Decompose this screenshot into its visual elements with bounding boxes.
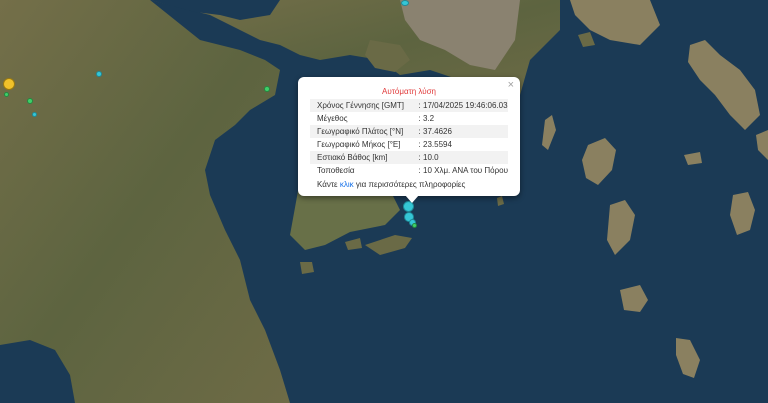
- more-info-prefix: Κάντε: [317, 180, 340, 189]
- earthquake-marker[interactable]: [4, 92, 9, 97]
- table-row: Εστιακό Βάθος [km] : 10.0: [310, 151, 508, 164]
- more-info-suffix: για περισσότερες πληροφορίες: [353, 180, 466, 189]
- table-row: Χρόνος Γέννησης [GMT] : 17/04/2025 19:46…: [310, 99, 508, 112]
- more-info-line: Κάντε κλικ για περισσότερες πληροφορίες: [310, 177, 508, 189]
- island-syros: [730, 192, 755, 235]
- island-andros: [688, 40, 760, 130]
- location-label: Τοποθεσία: [317, 165, 355, 175]
- mainland-west: [0, 0, 290, 403]
- island-makronisos: [542, 115, 556, 150]
- earthquake-marker[interactable]: [3, 78, 15, 90]
- earthquake-info-table: Χρόνος Γέννησης [GMT] : 17/04/2025 19:46…: [310, 99, 508, 177]
- island-small-1: [345, 238, 362, 250]
- origin-time-value: : 17/04/2025 19:46:06.03: [411, 99, 508, 112]
- more-info-link[interactable]: κλικ: [340, 180, 354, 189]
- popup-pointer: [405, 195, 419, 203]
- magnitude-value: : 3.2: [418, 113, 435, 123]
- island-kea: [582, 138, 616, 185]
- island-patroklos: [497, 196, 504, 206]
- latitude-value: : 37.4626: [411, 125, 508, 138]
- earthquake-marker[interactable]: [401, 0, 409, 6]
- island-sifnos: [676, 338, 700, 378]
- magnitude-label: Μέγεθος: [317, 113, 348, 123]
- latitude-label: Γεωγραφικό Πλάτος [°N]: [310, 125, 412, 138]
- longitude-value: : 23.5594: [418, 139, 452, 149]
- longitude-label: Γεωγραφικό Μήκος [°E]: [317, 139, 401, 149]
- table-row: Γεωγραφικό Πλάτος [°N] : 37.4626: [310, 125, 508, 138]
- location-value: : 10 Χλμ. ΑΝΑ του Πόρου: [418, 165, 508, 175]
- earthquake-map[interactable]: × Αυτόματη λύση Χρόνος Γέννησης [GMT] : …: [0, 0, 768, 403]
- island-gyaros: [684, 152, 702, 165]
- depth-label: Εστιακό Βάθος [km]: [310, 151, 412, 164]
- popup-title: Αυτόματη λύση: [382, 87, 436, 96]
- island-serifos: [620, 285, 648, 312]
- earthquake-info-popup: × Αυτόματη λύση Χρόνος Γέννησης [GMT] : …: [298, 77, 520, 196]
- earthquake-marker[interactable]: [264, 86, 270, 92]
- origin-time-label: Χρόνος Γέννησης [GMT]: [310, 99, 412, 112]
- island-tinos: [756, 130, 768, 160]
- earthquake-marker[interactable]: [96, 71, 102, 77]
- close-icon[interactable]: ×: [508, 79, 514, 91]
- island-poros: [365, 235, 412, 255]
- island-small-2: [300, 262, 314, 274]
- table-row: Γεωγραφικό Μήκος [°E] : 23.5594: [310, 138, 508, 151]
- earthquake-marker[interactable]: [412, 223, 417, 228]
- table-row: Τοποθεσία : 10 Χλμ. ΑΝΑ του Πόρου: [310, 164, 508, 177]
- depth-value: : 10.0: [411, 151, 508, 164]
- earthquake-marker[interactable]: [32, 112, 37, 117]
- table-row: Μέγεθος : 3.2: [310, 112, 508, 125]
- satellite-basemap[interactable]: [0, 0, 768, 403]
- island-fleves: [578, 32, 595, 47]
- island-kythnos: [607, 200, 635, 255]
- earthquake-marker[interactable]: [27, 98, 33, 104]
